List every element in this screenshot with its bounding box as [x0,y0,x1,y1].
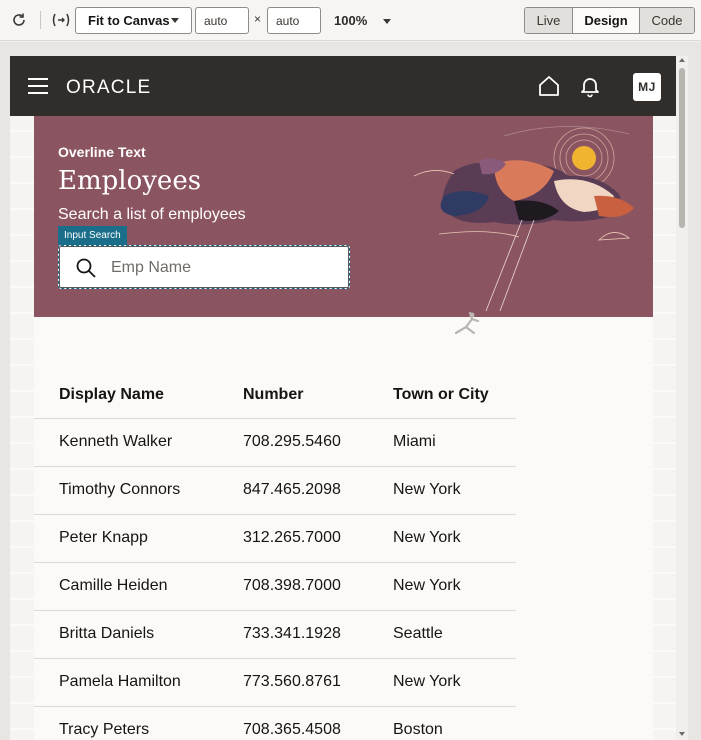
hamburger-menu-icon[interactable] [28,78,48,94]
table-header-row: Display Name Number Town or City [34,372,516,419]
scrollbar-thumb[interactable] [679,68,685,228]
chevron-down-icon [171,18,179,23]
employees-table: Display Name Number Town or City Kenneth… [34,372,516,740]
table-row[interactable]: Tracy Peters 708.365.4508 Boston [34,706,516,740]
search-icon [75,257,97,279]
decorative-illustration [413,126,634,312]
cell-town: Seattle [368,610,516,659]
mode-design-button[interactable]: Design [573,8,640,33]
cell-display-name: Tracy Peters [34,706,218,740]
scroll-down-icon[interactable] [679,732,685,736]
cell-town: Boston [368,706,516,740]
cell-display-name: Pamela Hamilton [34,658,218,707]
expression-icon[interactable] [50,9,72,31]
table-row[interactable]: Britta Daniels 733.341.1928 Seattle [34,610,516,659]
home-icon[interactable] [537,74,561,98]
table-row[interactable]: Pamela Hamilton 773.560.8761 New York [34,658,516,707]
table-row[interactable]: Peter Knapp 312.265.7000 New York [34,514,516,563]
cell-number: 312.265.7000 [218,514,368,563]
cell-town: Miami [368,418,516,467]
cell-number: 733.341.1928 [218,610,368,659]
app-header: ORACLE MJ [10,56,676,116]
cell-town: New York [368,466,516,515]
fit-to-canvas-select[interactable]: Fit to Canvas [75,7,192,34]
oracle-logo: ORACLE [66,77,151,98]
toolbar-divider [40,11,41,29]
mode-live-button[interactable]: Live [525,8,573,33]
bell-icon[interactable] [578,74,602,98]
page-subtitle: Search a list of employees [58,206,246,223]
cell-town: New York [368,562,516,611]
column-header[interactable]: Town or City [368,372,516,419]
mode-code-button[interactable]: Code [640,8,694,33]
view-mode-toggle: Live Design Code [524,7,695,34]
scroll-up-icon[interactable] [679,58,685,62]
refresh-icon[interactable] [8,9,30,31]
cell-number: 773.560.8761 [218,658,368,707]
zoom-value: 100% [334,13,368,28]
user-avatar[interactable]: MJ [633,73,661,101]
cell-town: New York [368,658,516,707]
cell-display-name: Camille Heiden [34,562,218,611]
zoom-select[interactable]: 100% [334,13,391,28]
hero-banner: Overline Text Employees Search a list of… [34,116,653,317]
column-header[interactable]: Display Name [34,372,218,419]
chevron-down-icon [382,19,391,25]
app-preview-frame: ORACLE MJ Overline Text Employees Search… [10,56,676,740]
design-canvas: ORACLE MJ Overline Text Employees Search… [0,42,701,740]
vertical-scrollbar[interactable] [676,56,688,740]
swing-figure-illustration [454,311,480,335]
cell-display-name: Timothy Connors [34,466,218,515]
column-header[interactable]: Number [218,372,368,419]
page-title: Employees [58,166,202,196]
overline-text: Overline Text [58,144,146,160]
table-row[interactable]: Timothy Connors 847.465.2098 New York [34,466,516,515]
cell-number: 708.398.7000 [218,562,368,611]
table-row[interactable]: Camille Heiden 708.398.7000 New York [34,562,516,611]
cell-number: 708.295.5460 [218,418,368,467]
canvas-width-input[interactable]: auto [195,7,249,34]
canvas-height-input[interactable]: auto [267,7,321,34]
cell-display-name: Kenneth Walker [34,418,218,467]
cell-display-name: Peter Knapp [34,514,218,563]
input-search-label: Input Search [58,226,127,245]
designer-toolbar: Fit to Canvas auto × auto 100% Live Desi… [0,0,701,41]
cell-number: 847.465.2098 [218,466,368,515]
cell-number: 708.365.4508 [218,706,368,740]
dimension-separator: × [254,12,262,26]
fit-option-label: Fit to Canvas [88,13,170,28]
search-field[interactable]: Emp Name [58,245,350,289]
table-row[interactable]: Kenneth Walker 708.295.5460 Miami [34,418,516,467]
cell-display-name: Britta Daniels [34,610,218,659]
cell-town: New York [368,514,516,563]
svg-text:ORACLE: ORACLE [66,77,151,98]
search-input[interactable]: Emp Name [111,259,191,277]
table-section: Display Name Number Town or City Kenneth… [34,311,653,740]
